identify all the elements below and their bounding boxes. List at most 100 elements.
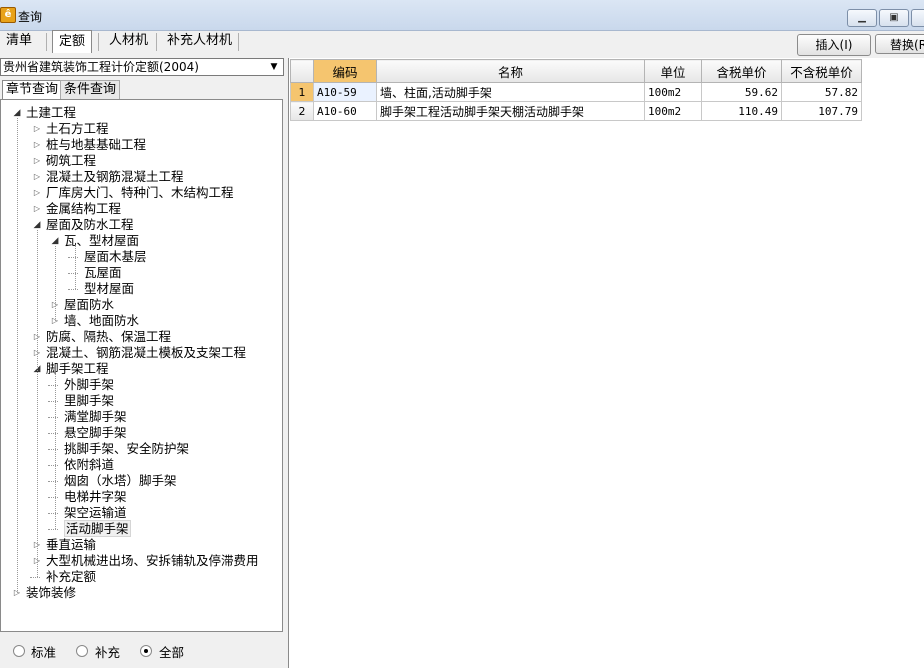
radio-supplement[interactable] — [76, 645, 88, 657]
tree-item-label: 悬空脚手架 — [64, 425, 127, 440]
tree-item-label: 挑脚手架、安全防护架 — [64, 441, 190, 456]
title-bar: ê 查询 ▁ ▣ — [0, 0, 924, 31]
tree-item-label: 厂库房大门、特种门、木结构工程 — [46, 185, 234, 200]
quota-library-select[interactable]: 贵州省建筑装饰工程计价定额(2004) ▼ — [0, 58, 284, 76]
restore-button[interactable]: ▣ — [879, 9, 909, 27]
row-number: 1 — [290, 82, 314, 102]
row-number: 2 — [290, 101, 314, 121]
tree-item[interactable]: 土建工程 — [26, 105, 76, 121]
tree-item[interactable]: 瓦屋面 — [84, 265, 122, 281]
tree-item[interactable]: 补充定额 — [46, 569, 96, 585]
tree-item-label: 墙、地面防水 — [64, 313, 140, 328]
tree-item[interactable]: 电梯井字架 — [64, 489, 127, 505]
tree-item-label: 电梯井字架 — [64, 489, 127, 504]
tree-item[interactable]: 满堂脚手架 — [64, 409, 127, 425]
tree-item-label: 屋面防水 — [64, 297, 115, 312]
tab-qingdan[interactable]: 清单 — [0, 30, 38, 52]
tree-item-label: 混凝土及钢筋混凝土工程 — [46, 169, 184, 184]
replace-button[interactable]: 替换(R — [875, 34, 924, 54]
radio-standard[interactable] — [13, 645, 25, 657]
tree-item-label: 里脚手架 — [64, 393, 115, 408]
tree-item[interactable]: 混凝土、钢筋混凝土模板及支架工程 — [46, 345, 246, 361]
tree-item-label: 瓦屋面 — [84, 265, 122, 280]
cell-price-tax[interactable]: 110.49 — [701, 101, 782, 121]
tree-item[interactable]: 土石方工程 — [46, 121, 109, 137]
tree-item[interactable]: 混凝土及钢筋混凝土工程 — [46, 169, 184, 185]
tree-item[interactable]: 砌筑工程 — [46, 153, 96, 169]
restore-icon: ▣ — [889, 12, 899, 23]
cell-unit[interactable]: 100m2 — [644, 82, 702, 102]
tree-item[interactable]: 屋面防水 — [64, 297, 114, 313]
tree-item[interactable]: 屋面木基层 — [84, 249, 147, 265]
tree-item[interactable]: 活动脚手架 — [64, 520, 131, 537]
table-row[interactable]: 1 A10-59 墙、柱面,活动脚手架 100m2 59.62 57.82 — [290, 82, 862, 102]
cell-name[interactable]: 墙、柱面,活动脚手架 — [376, 82, 645, 102]
cell-price-notax[interactable]: 107.79 — [781, 101, 862, 121]
tab-rencaiji[interactable]: 人材机 — [103, 30, 154, 52]
tree-item[interactable]: 悬空脚手架 — [64, 425, 127, 441]
tree-item[interactable]: 外脚手架 — [64, 377, 114, 393]
tree-item-label: 依附斜道 — [64, 457, 115, 472]
tree-item-label: 屋面及防水工程 — [46, 217, 134, 232]
insert-button[interactable]: 插入(I) — [797, 34, 871, 56]
expand-toggle-icon[interactable]: ▷ — [32, 201, 42, 217]
radio-all-label: 全部 — [159, 645, 185, 660]
minimize-button[interactable]: ▁ — [847, 9, 877, 27]
chapter-tree[interactable]: ◢ 土建工程 ▷ 土石方工程 ▷ 桩与地基基础工程 ▷ 砌筑工程 ▷ 混凝土及钢筋混凝土工程 ▷ 厂库… — [0, 99, 283, 632]
tree-item-label: 土石方工程 — [46, 121, 109, 136]
col-header-unit[interactable]: 单位 — [644, 59, 702, 83]
cell-code[interactable]: A10-59 — [313, 82, 377, 102]
tree-item[interactable]: 架空运输道 — [64, 505, 127, 521]
expand-toggle-icon[interactable]: ▷ — [32, 169, 42, 185]
tree-item[interactable]: 里脚手架 — [64, 393, 114, 409]
expand-toggle-icon[interactable]: ▷ — [32, 121, 42, 137]
tree-item[interactable]: 厂库房大门、特种门、木结构工程 — [46, 185, 234, 201]
cell-name[interactable]: 脚手架工程活动脚手架天棚活动脚手架 — [376, 101, 645, 121]
tree-item[interactable]: 墙、地面防水 — [64, 313, 139, 329]
tree-item[interactable]: 屋面及防水工程 — [46, 217, 134, 233]
radio-standard-label: 标准 — [31, 645, 57, 660]
tab-buchong-rencaiji[interactable]: 补充人材机 — [161, 30, 238, 52]
quota-table: 编码 名称 单位 含税单价 不含税单价 1 A10-59 墙、柱面,活动脚手架 … — [290, 59, 862, 121]
tree-item-label: 装饰装修 — [26, 585, 77, 600]
tab-dinge[interactable]: 定额 — [52, 30, 93, 53]
col-header-name[interactable]: 名称 — [376, 59, 645, 83]
tree-item-label: 屋面木基层 — [84, 249, 147, 264]
radio-supplement-label: 补充 — [95, 645, 121, 660]
tree-item-label: 砌筑工程 — [46, 153, 97, 168]
tree-item[interactable]: 金属结构工程 — [46, 201, 121, 217]
tree-item-label: 架空运输道 — [64, 505, 127, 520]
tree-item[interactable]: 垂直运输 — [46, 537, 96, 553]
tree-item[interactable]: 依附斜道 — [64, 457, 114, 473]
cell-code[interactable]: A10-60 — [313, 101, 377, 121]
expand-toggle-icon[interactable]: ▷ — [32, 153, 42, 169]
tree-item[interactable]: 挑脚手架、安全防护架 — [64, 441, 189, 457]
col-header-code[interactable]: 编码 — [313, 59, 377, 83]
expand-toggle-icon[interactable]: ▷ — [32, 137, 42, 153]
radio-all[interactable] — [140, 645, 152, 657]
tree-item[interactable]: 装饰装修 — [26, 585, 76, 601]
cell-price-tax[interactable]: 59.62 — [701, 82, 782, 102]
close-button[interactable] — [911, 9, 924, 27]
tree-item-label: 活动脚手架 — [64, 520, 131, 537]
chevron-down-icon[interactable]: ▼ — [267, 59, 281, 75]
cell-unit[interactable]: 100m2 — [644, 101, 702, 121]
tree-item-label: 防腐、隔热、保温工程 — [46, 329, 172, 344]
tree-item-label: 混凝土、钢筋混凝土模板及支架工程 — [46, 345, 247, 360]
table-row[interactable]: 2 A10-60 脚手架工程活动脚手架天棚活动脚手架 100m2 110.49 … — [290, 101, 862, 121]
col-header-price-tax[interactable]: 含税单价 — [701, 59, 782, 83]
tree-item-label: 大型机械进出场、安拆铺轨及停滞费用 — [46, 553, 259, 568]
tree-item[interactable]: 防腐、隔热、保温工程 — [46, 329, 171, 345]
expand-toggle-icon[interactable]: ▷ — [32, 185, 42, 201]
col-header-price-notax[interactable]: 不含税单价 — [781, 59, 862, 83]
tree-item-label: 金属结构工程 — [46, 201, 122, 216]
tab-condition-query[interactable]: 条件查询 — [60, 80, 121, 99]
tree-item-label: 型材屋面 — [84, 281, 135, 296]
result-panel — [288, 58, 924, 668]
tree-item[interactable]: 烟囱（水塔）脚手架 — [64, 473, 177, 489]
tree-item[interactable]: 型材屋面 — [84, 281, 134, 297]
cell-price-notax[interactable]: 57.82 — [781, 82, 862, 102]
tree-item[interactable]: 大型机械进出场、安拆铺轨及停滞费用 — [46, 553, 259, 569]
tree-item[interactable]: 桩与地基基础工程 — [46, 137, 146, 153]
tab-chapter-query[interactable]: 章节查询 — [2, 80, 63, 99]
